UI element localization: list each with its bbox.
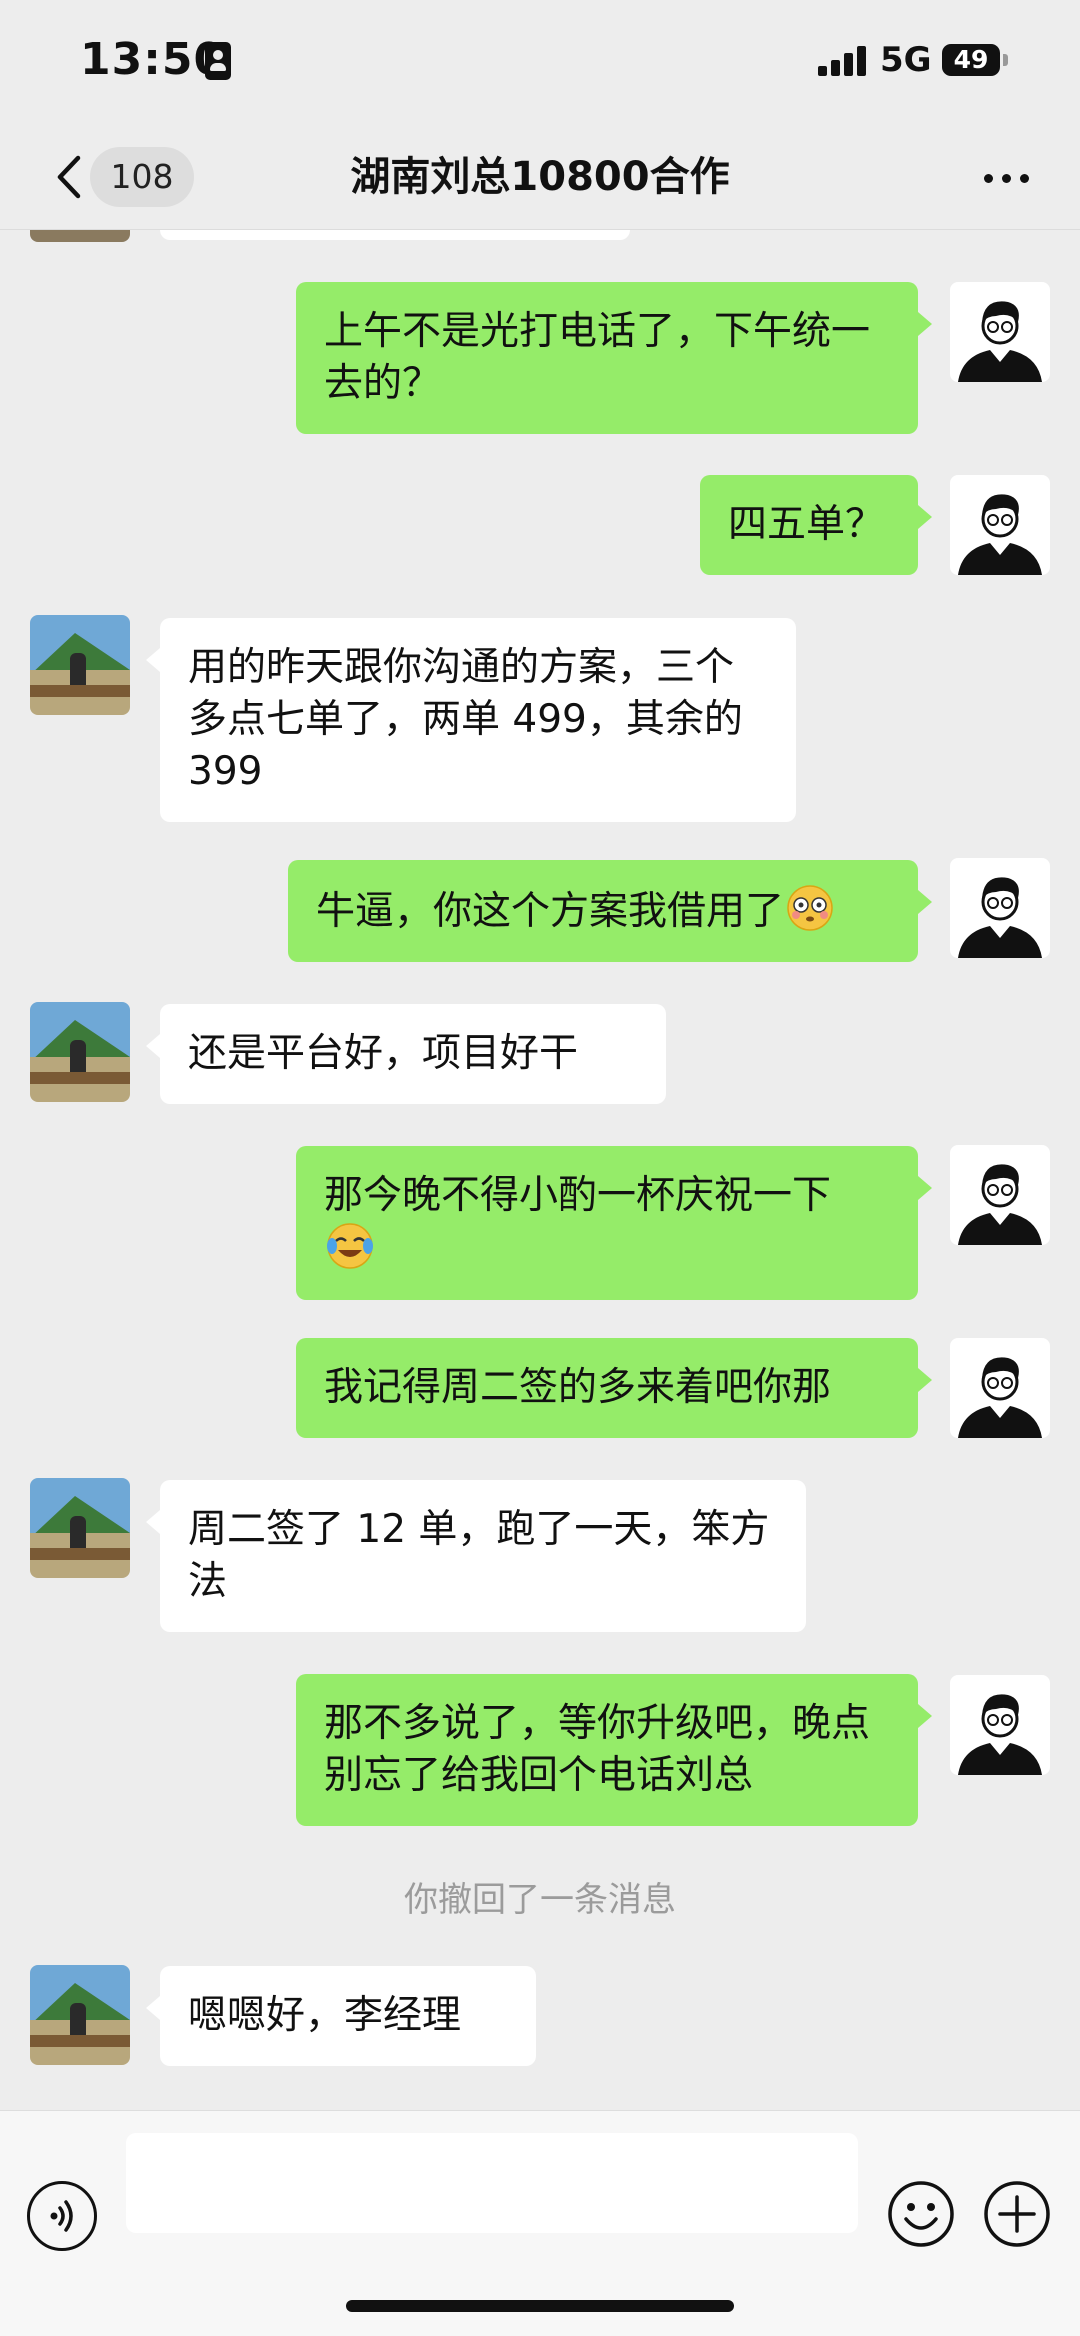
- contact-card-icon: [205, 42, 231, 80]
- message-text: 那不多说了，等你升级吧，晚点别忘了给我回个电话刘总: [324, 1701, 871, 1798]
- person-avatar-icon: [950, 1338, 1050, 1438]
- voice-input-button[interactable]: [27, 2181, 97, 2251]
- landscape-avatar-icon: [30, 1965, 130, 2065]
- contact-avatar[interactable]: [30, 1965, 130, 2065]
- landscape-avatar-icon: [30, 615, 130, 715]
- message-bubble-received[interactable]: 用的昨天跟你沟通的方案，三个多点七单了，两单 499，其余的 399: [146, 618, 796, 822]
- status-bar: 13:50 5G 49: [0, 0, 1080, 125]
- person-avatar-icon: [950, 1675, 1050, 1775]
- landscape-avatar-icon: [30, 1478, 130, 1578]
- message-bubble-sent[interactable]: 四五单？: [700, 475, 932, 575]
- message-text: 用的昨天跟你沟通的方案，三个多点七单了，两单 499，其余的 399: [188, 645, 743, 794]
- plus-icon: [984, 2181, 1050, 2247]
- message-text: 四五单？: [728, 502, 885, 547]
- message-text: 还是平台好，项目好干: [188, 1031, 579, 1076]
- message-bubble-sent[interactable]: 那不多说了，等你升级吧，晚点别忘了给我回个电话刘总: [296, 1674, 932, 1826]
- smiley-icon: [888, 2181, 954, 2247]
- network-type: 5G: [880, 40, 932, 80]
- my-avatar[interactable]: [950, 858, 1050, 958]
- chat-title: 湖南刘总10800合作: [350, 154, 730, 200]
- flushed-face-emoji-icon: [787, 885, 833, 931]
- message-list[interactable]: 上午不是光打电话了，下午统一去的？ 四五单？ 用的昨天跟你沟通的方案，三个多点七…: [0, 230, 1080, 2110]
- message-bubble-sent[interactable]: 那今晚不得小酌一杯庆祝一下: [296, 1146, 932, 1300]
- contact-avatar[interactable]: [30, 615, 130, 715]
- message-text: 上午不是光打电话了，下午统一去的？: [324, 309, 871, 406]
- landscape-avatar-icon: [30, 1002, 130, 1102]
- message-bubble-partial[interactable]: [160, 230, 630, 240]
- signal-icon: [818, 46, 870, 76]
- person-avatar-icon: [950, 858, 1050, 958]
- my-avatar[interactable]: [950, 282, 1050, 382]
- message-bubble-received[interactable]: 周二签了 12 单，跑了一天，笨方法: [146, 1480, 806, 1632]
- status-time: 13:50: [80, 34, 226, 85]
- battery-cap: [1003, 54, 1008, 66]
- message-text: 周二签了 12 单，跑了一天，笨方法: [188, 1507, 770, 1604]
- more-options-button[interactable]: [978, 155, 1034, 199]
- message-bubble-sent[interactable]: 牛逼，你这个方案我借用了: [288, 860, 932, 962]
- person-avatar-icon: [950, 1145, 1050, 1245]
- message-text: 嗯嗯好，李经理: [188, 1993, 462, 2038]
- tears-of-joy-emoji-icon: [327, 1223, 373, 1269]
- contact-avatar[interactable]: [30, 230, 130, 242]
- person-avatar-icon: [950, 282, 1050, 382]
- emoji-button[interactable]: [886, 2179, 956, 2249]
- voice-icon: [50, 2200, 73, 2232]
- chat-header: 108 湖南刘总10800合作: [0, 125, 1080, 230]
- message-text: 那今晚不得小酌一杯庆祝一下: [324, 1173, 832, 1218]
- battery-icon: 49: [942, 44, 1000, 76]
- message-text: 我记得周二签的多来着吧你那: [324, 1365, 832, 1410]
- home-indicator[interactable]: [346, 2300, 734, 2312]
- recall-notice: 你撤回了一条消息: [404, 1880, 676, 1920]
- message-text: 牛逼，你这个方案我借用了: [316, 889, 785, 934]
- message-bubble-received[interactable]: 还是平台好，项目好干: [146, 1004, 666, 1104]
- my-avatar[interactable]: [950, 475, 1050, 575]
- more-functions-button[interactable]: [982, 2179, 1052, 2249]
- contact-avatar[interactable]: [30, 1478, 130, 1578]
- message-bubble-sent[interactable]: 我记得周二签的多来着吧你那: [296, 1338, 932, 1438]
- message-input[interactable]: [126, 2133, 858, 2233]
- message-bubble-received[interactable]: 嗯嗯好，李经理: [146, 1966, 536, 2066]
- my-avatar[interactable]: [950, 1338, 1050, 1438]
- person-avatar-icon: [950, 475, 1050, 575]
- my-avatar[interactable]: [950, 1145, 1050, 1245]
- message-bubble-sent[interactable]: 上午不是光打电话了，下午统一去的？: [296, 282, 932, 434]
- my-avatar[interactable]: [950, 1675, 1050, 1775]
- contact-avatar[interactable]: [30, 1002, 130, 1102]
